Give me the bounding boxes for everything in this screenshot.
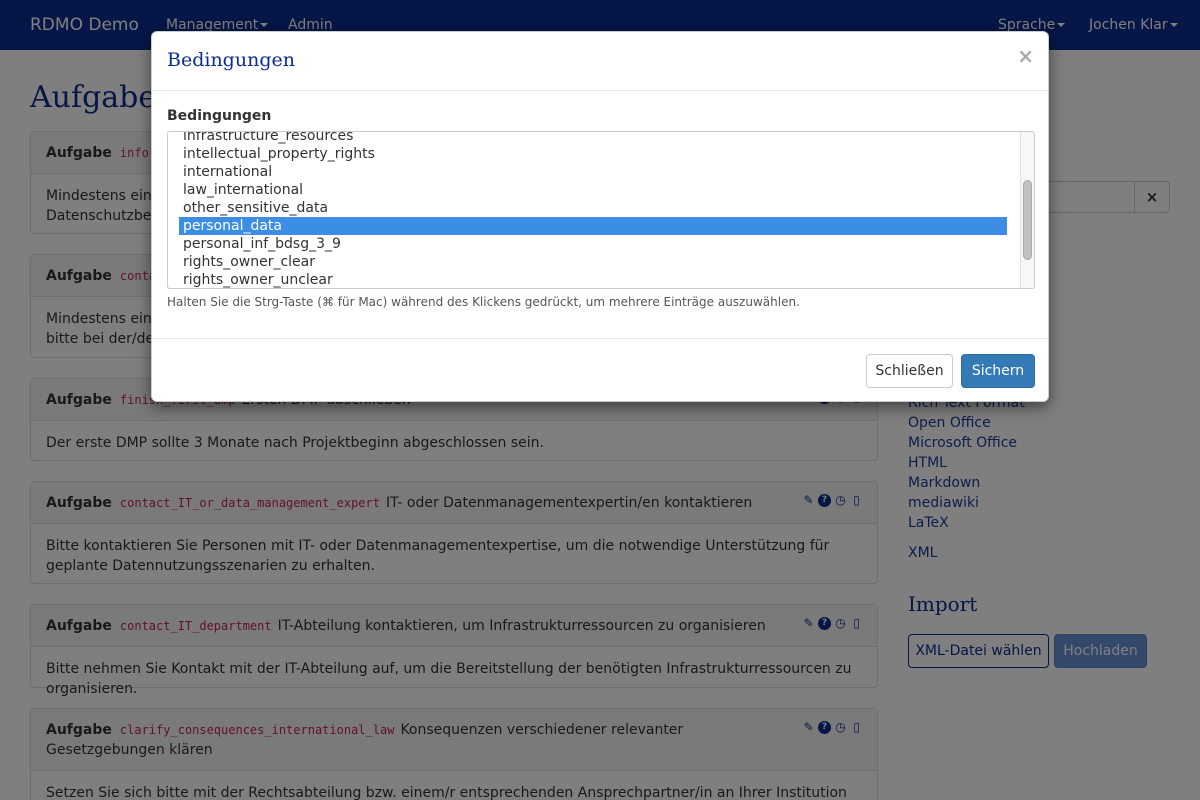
select-option[interactable]: law_international bbox=[179, 181, 1007, 199]
modal-body: Bedingungen infrastructure_resources int… bbox=[152, 91, 1048, 338]
conditions-multiselect[interactable]: infrastructure_resources intellectual_pr… bbox=[167, 131, 1035, 289]
select-option[interactable]: other_sensitive_data bbox=[179, 199, 1007, 217]
modal-footer: Schließen Sichern bbox=[152, 338, 1048, 402]
conditions-modal: Bedingungen × Bedingungen infrastructure… bbox=[151, 31, 1049, 402]
close-icon[interactable]: × bbox=[1017, 44, 1034, 68]
close-button[interactable]: Schließen bbox=[866, 354, 953, 388]
select-option[interactable]: infrastructure_resources bbox=[179, 132, 1007, 145]
modal-title: Bedingungen bbox=[167, 49, 295, 71]
modal-header: Bedingungen × bbox=[152, 32, 1048, 91]
conditions-label: Bedingungen bbox=[167, 108, 272, 124]
select-option-selected[interactable]: personal_data bbox=[179, 217, 1007, 235]
select-option[interactable]: rights_owner_unclear bbox=[179, 271, 1007, 288]
help-text: Halten Sie die Strg-Taste (⌘ für Mac) wä… bbox=[167, 295, 800, 309]
select-option[interactable]: rights_owner_clear bbox=[179, 253, 1007, 271]
select-scrollbar[interactable] bbox=[1020, 132, 1034, 288]
scrollbar-thumb[interactable] bbox=[1023, 180, 1032, 260]
select-option[interactable]: intellectual_property_rights bbox=[179, 145, 1007, 163]
select-option[interactable]: personal_inf_bdsg_3_9 bbox=[179, 235, 1007, 253]
select-option[interactable]: international bbox=[179, 163, 1007, 181]
save-button[interactable]: Sichern bbox=[961, 354, 1035, 388]
